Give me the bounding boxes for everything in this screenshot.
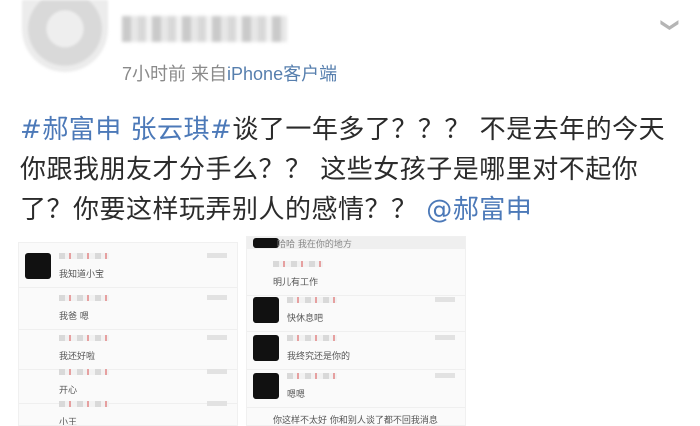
avatar: [253, 335, 279, 361]
avatar[interactable]: [22, 0, 108, 72]
username-blurred[interactable]: [122, 16, 287, 42]
post-time: 7小时前: [122, 64, 187, 84]
screenshot-images: 我知道小宝 我爸 嗯 我还好啦 开心 小王 哈哈 我在你的地方 明儿有工作 快休…: [0, 236, 700, 426]
chat-message: 我知道小宝: [59, 270, 105, 280]
post-meta: 7小时前 来自iPhone客户端: [122, 60, 337, 86]
chat-message: 你这样不太好 你和别人谈了都不回我消息: [273, 416, 438, 426]
chat-screenshot-left[interactable]: 我知道小宝 我爸 嗯 我还好啦 开心 小王: [18, 242, 238, 426]
chat-row: 小王: [19, 395, 237, 426]
post-header: ❮ 7小时前 来自iPhone客户端: [0, 0, 700, 95]
post-source[interactable]: iPhone客户端: [227, 64, 337, 84]
chat-message: 嗯嗯: [287, 390, 306, 400]
chat-row: 你这样不太好 你和别人谈了都不回我消息: [247, 405, 465, 426]
chat-message: 快休息吧: [287, 314, 324, 324]
avatar: [253, 373, 279, 399]
post-text: #郝富申 张云琪#谈了一年多了？？？ 不是去年的今天你跟我朋友才分手么？？ 这些…: [20, 110, 685, 230]
chat-message: 哈哈 我在你的地方: [277, 240, 352, 250]
chevron-down-icon[interactable]: ❮: [656, 12, 682, 38]
chat-message: 小王: [59, 418, 78, 426]
chat-row: 我终究还是你的: [247, 329, 465, 370]
chat-row: 哈哈 我在你的地方: [247, 237, 465, 250]
chat-row: 我爸 嗯: [19, 289, 237, 330]
avatar: [25, 253, 51, 279]
chat-message: 我还好啦: [59, 352, 96, 362]
mention-link[interactable]: @郝富申: [426, 195, 532, 225]
chat-row: 快休息吧: [247, 291, 465, 332]
chat-row: 嗯嗯: [247, 367, 465, 408]
chat-message: 我终究还是你的: [287, 352, 351, 362]
avatar: [253, 238, 279, 248]
post-from-label: 来自: [191, 64, 228, 84]
chat-screenshot-right[interactable]: 哈哈 我在你的地方 明儿有工作 快休息吧 我终究还是你的 嗯嗯 你这样不太好 你…: [246, 236, 466, 426]
chat-row: 我知道小宝: [19, 247, 237, 288]
hashtag-link[interactable]: #郝富申 张云琪#: [20, 115, 232, 145]
avatar: [253, 297, 279, 323]
chat-message: 明儿有工作: [273, 278, 319, 288]
chat-row: 明儿有工作: [247, 255, 465, 296]
chat-message: 我爸 嗯: [59, 312, 89, 322]
